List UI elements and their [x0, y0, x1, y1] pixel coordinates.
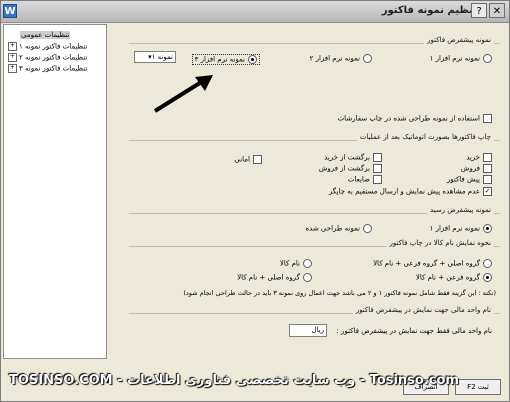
settings-tree: تنظیمات عمومی + تنظیمات فاکتور نمونه ۱ + ت…: [3, 24, 107, 359]
radio-sub-goods[interactable]: گروه فرعی + نام کالا: [416, 273, 492, 282]
close-button[interactable]: ✕: [489, 3, 505, 18]
tree-item-label: تنظیمات فاکتور نمونه ۲: [19, 53, 88, 62]
settings-window: W تنظیم نمونه فاکتور ? ✕ تنظیمات عمومی +…: [0, 0, 510, 402]
radio-circle[interactable]: [303, 273, 312, 282]
app-icon: W: [3, 4, 17, 18]
auto-print-proforma-checkbox[interactable]: پیش فاکتور: [447, 175, 492, 184]
currency-unit-input[interactable]: ریال: [289, 324, 327, 337]
radio-main-goods[interactable]: گروه اصلی + نام کالا: [237, 273, 312, 282]
checkbox-box[interactable]: [253, 155, 262, 164]
tree-item-label: تنظیمات فاکتور نمونه ۱: [19, 42, 88, 51]
group-title: نام واحد مالی جهت نمایش در پیشفرض فاکتور: [352, 306, 494, 314]
receipt-software-sample-radio[interactable]: نمونه نرم افزار ۱: [430, 224, 492, 233]
radio-software-sample-3[interactable]: نمونه نرم افزار ۳: [191, 54, 260, 65]
auto-print-consignment-checkbox[interactable]: امانی: [234, 155, 262, 164]
tree-item-sample-1[interactable]: + تنظیمات فاکتور نمونه ۱: [8, 42, 87, 52]
auto-print-purchase-return-checkbox[interactable]: برگشت از خرید: [324, 153, 382, 162]
watermark-text: TOSINSO.COM - وب سایت تخصصی فناوری اطلاع…: [9, 373, 459, 388]
radio-circle[interactable]: [483, 224, 492, 233]
checkbox-box[interactable]: [373, 153, 382, 162]
sample-select[interactable]: ▾نمونه ۱: [134, 51, 176, 63]
radio-software-sample-1[interactable]: نمونه نرم افزار ۱: [430, 54, 492, 63]
window-title: تنظیم نمونه فاکتور: [381, 5, 477, 16]
expand-icon[interactable]: +: [8, 53, 17, 62]
radio-goods-only[interactable]: نام کالا: [280, 259, 312, 268]
radio-main-sub-goods[interactable]: گروه اصلی + گروه فرعی + نام کالا: [373, 259, 492, 268]
checkbox-box[interactable]: [483, 164, 492, 173]
no-preview-checkbox[interactable]: ✓عدم مشاهده پیش نمایش و ارسال مستقیم به …: [329, 187, 492, 196]
radio-circle[interactable]: [483, 259, 492, 268]
checkbox-box[interactable]: [483, 153, 492, 162]
radio-circle[interactable]: [363, 54, 372, 63]
receipt-designed-sample-radio[interactable]: نمونه طراحی شده: [305, 224, 372, 233]
use-designed-sample-checkbox[interactable]: استفاده از نمونه طراحی شده در چاپ سفارشا…: [338, 114, 492, 123]
checkbox-box[interactable]: [373, 164, 382, 173]
title-bar: W تنظیم نمونه فاکتور ? ✕: [1, 1, 509, 23]
tree-item-label: تنظیمات عمومی: [20, 31, 71, 39]
auto-print-purchase-checkbox[interactable]: خرید: [466, 153, 492, 162]
group-title: نمونه پیشفرض رسید: [427, 206, 494, 214]
checkbox-box[interactable]: [483, 175, 492, 184]
checkbox-box[interactable]: ✓: [483, 187, 492, 196]
group-title: نحوه نمایش نام کالا در چاپ فاکتور: [386, 239, 494, 247]
goods-name-display-group: نحوه نمایش نام کالا در چاپ فاکتور گروه ا…: [129, 239, 500, 305]
currency-unit-label: نام واحد مالی فقط جهت نمایش در پیشفرض فا…: [336, 327, 492, 335]
checkbox-box[interactable]: [373, 175, 382, 184]
radio-software-sample-2[interactable]: نمونه نرم افزار ۲: [310, 54, 372, 63]
auto-print-group: چاپ فاکتورها بصورت اتوماتیک بعد از عملیا…: [129, 133, 500, 203]
group-title: چاپ فاکتورها بصورت اتوماتیک بعد از عملیا…: [356, 133, 494, 141]
radio-circle[interactable]: [363, 224, 372, 233]
auto-print-sale-return-checkbox[interactable]: برگشت از فروش: [319, 164, 382, 173]
expand-icon[interactable]: +: [8, 64, 17, 73]
default-receipt-group: نمونه پیشفرض رسید نمونه نرم افزار ۱ نمون…: [129, 206, 500, 238]
radio-circle[interactable]: [248, 55, 257, 64]
tree-item-sample-2[interactable]: + تنظیمات فاکتور نمونه ۲: [8, 53, 87, 63]
radio-circle[interactable]: [303, 259, 312, 268]
currency-unit-group: نام واحد مالی جهت نمایش در پیشفرض فاکتور…: [129, 306, 500, 344]
tree-item-sample-3[interactable]: + تنظیمات فاکتور نمونه ۳: [8, 64, 87, 74]
auto-print-sale-checkbox[interactable]: فروش: [461, 164, 492, 173]
expand-icon[interactable]: +: [8, 42, 17, 51]
group-title: نمونه پیشفرض فاکتور: [424, 36, 494, 44]
arrow-annotation: [153, 75, 213, 113]
tree-item-label: تنظیمات فاکتور نمونه ۳: [19, 64, 88, 73]
radio-circle[interactable]: [483, 273, 492, 282]
auto-print-waste-checkbox[interactable]: ضایعات: [348, 175, 382, 184]
help-button[interactable]: ?: [471, 3, 487, 18]
tree-item-general[interactable]: تنظیمات عمومی: [20, 31, 71, 41]
goods-name-note: (نکته : این گزینه فقط شامل نمونه فاکتور …: [183, 289, 496, 297]
checkbox-box[interactable]: [483, 114, 492, 123]
radio-circle[interactable]: [483, 54, 492, 63]
